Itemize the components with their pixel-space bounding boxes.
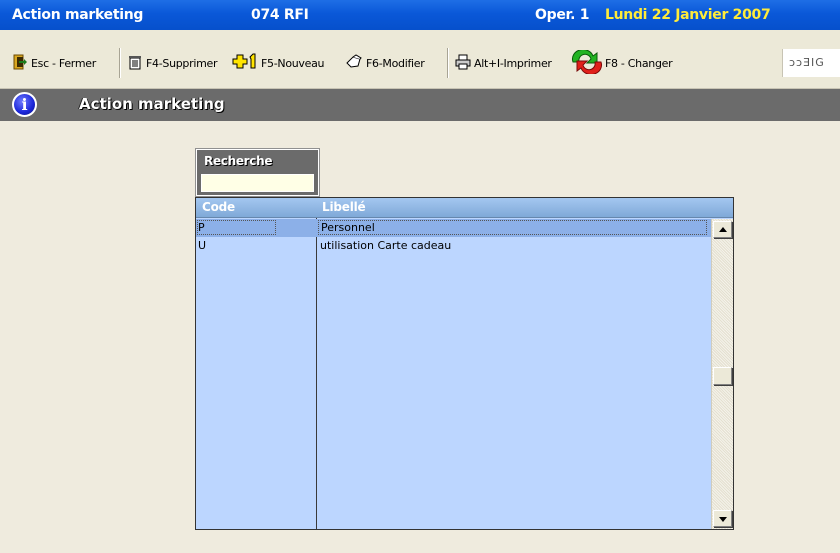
- vertical-scrollbar[interactable]: [711, 219, 733, 529]
- close-label: Esc - Fermer: [31, 56, 96, 70]
- column-header-label[interactable]: Libellé: [322, 200, 366, 214]
- app-title: Action marketing: [12, 7, 144, 23]
- operator-label: Oper. 1: [535, 7, 590, 23]
- column-divider: [316, 218, 317, 529]
- cell-code: P: [197, 220, 276, 235]
- search-label: Recherche: [204, 154, 273, 168]
- toolbar-separator: [447, 48, 449, 78]
- trash-icon: [127, 54, 143, 73]
- grid-rows: P Personnel U utilisation Carte cadeau: [196, 219, 711, 255]
- new-label: F5-Nouveau: [261, 56, 325, 70]
- page-header: i Action marketing: [0, 89, 840, 121]
- edit-button[interactable]: F6-Modifier: [345, 50, 425, 76]
- toolbar: Esc - Fermer F4-Supprimer F5-Nouveau F6-…: [0, 30, 840, 89]
- data-grid[interactable]: Code Libellé P Personnel U utilisation C…: [195, 197, 734, 530]
- company-logo: ɔɔƎIG: [782, 49, 840, 77]
- arrow-up-icon: [719, 227, 727, 232]
- refresh-arrows-icon: [569, 48, 605, 77]
- delete-label: F4-Supprimer: [146, 56, 218, 70]
- arrow-down-icon: [719, 517, 727, 522]
- printer-icon: [455, 54, 471, 73]
- scroll-thumb[interactable]: [713, 367, 732, 385]
- search-panel: Recherche: [195, 148, 320, 197]
- edit-label: F6-Modifier: [366, 56, 425, 70]
- close-button[interactable]: Esc - Fermer: [12, 50, 96, 76]
- print-button[interactable]: Alt+I-Imprimer: [455, 50, 552, 76]
- scroll-down-button[interactable]: [713, 510, 732, 527]
- exit-door-icon: [12, 54, 28, 73]
- table-row[interactable]: U utilisation Carte cadeau: [196, 237, 711, 255]
- edit-hand-icon: [345, 53, 363, 73]
- page-title: Action marketing: [79, 95, 225, 113]
- change-label: F8 - Changer: [605, 56, 673, 70]
- column-header-code[interactable]: Code: [202, 200, 235, 214]
- delete-button[interactable]: F4-Supprimer: [127, 50, 218, 76]
- title-bar: Action marketing 074 RFI Oper. 1 Lundi 2…: [0, 0, 840, 30]
- cell-label: utilisation Carte cadeau: [320, 239, 452, 252]
- date-label: Lundi 22 Janvier 2007: [605, 7, 771, 23]
- toolbar-separator: [119, 48, 121, 78]
- change-button[interactable]: F8 - Changer: [569, 48, 673, 77]
- new-button[interactable]: F5-Nouveau: [232, 50, 325, 76]
- store-label: 074 RFI: [251, 7, 309, 23]
- search-input[interactable]: [201, 174, 314, 192]
- table-row[interactable]: P Personnel: [196, 219, 711, 237]
- print-label: Alt+I-Imprimer: [474, 56, 552, 70]
- grid-header: Code Libellé: [196, 198, 733, 218]
- info-icon: i: [12, 92, 37, 117]
- cell-label: Personnel: [318, 220, 707, 235]
- cell-code: U: [198, 239, 207, 252]
- scroll-up-button[interactable]: [713, 221, 732, 238]
- plus-one-icon: [232, 53, 258, 74]
